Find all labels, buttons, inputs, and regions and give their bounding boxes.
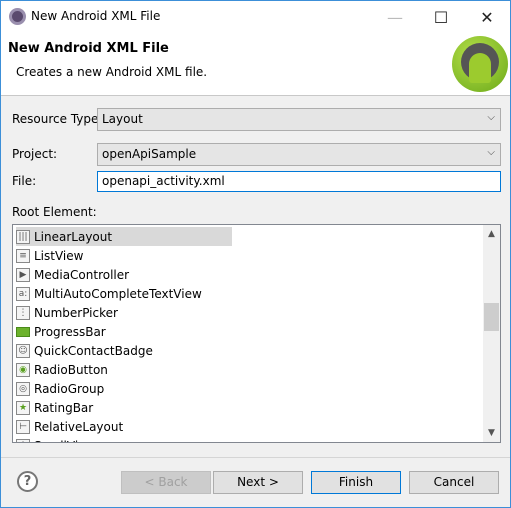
window-title: New Android XML File xyxy=(31,9,161,23)
help-icon[interactable]: ? xyxy=(17,471,38,492)
media-controller-icon: ▶ xyxy=(16,267,30,282)
close-button[interactable]: ✕ xyxy=(464,1,510,33)
list-item-label: MultiAutoCompleteTextView xyxy=(34,286,202,301)
scrollbar[interactable]: ▲ ▼ xyxy=(483,225,500,442)
list-item-label: NumberPicker xyxy=(34,305,118,320)
back-button[interactable]: < Back xyxy=(121,471,211,494)
list-item[interactable]: a: MultiAutoCompleteTextView xyxy=(16,284,202,303)
list-item[interactable]: ★ RatingBar xyxy=(16,398,93,417)
wizard-description: Creates a new Android XML file. xyxy=(16,65,208,79)
list-item[interactable]: ⋮ NumberPicker xyxy=(16,303,118,322)
resource-type-select[interactable]: Layout ⌵ xyxy=(97,108,501,131)
resource-type-value: Layout xyxy=(102,112,143,126)
maximize-button[interactable]: ☐ xyxy=(418,1,464,33)
project-select[interactable]: openApiSample ⌵ xyxy=(97,143,501,166)
root-element-label: Root Element: xyxy=(12,205,97,219)
linear-layout-icon: ||| xyxy=(16,229,30,244)
android-logo xyxy=(452,36,508,92)
list-item-label: RadioButton xyxy=(34,362,108,377)
contact-badge-icon: ☺ xyxy=(16,343,30,358)
root-element-list[interactable]: ↕ ScrollView ⊢ RelativeLayout ★ RatingBar ◎ Rad… xyxy=(12,224,501,443)
resource-type-label: Resource Type: xyxy=(12,112,103,126)
relative-layout-icon: ⊢ xyxy=(16,419,30,434)
list-item-label: RatingBar xyxy=(34,400,94,415)
dialog-window: New Android XML File — ☐ ✕ New Android X… xyxy=(0,0,511,508)
file-input[interactable]: openapi_activity.xml xyxy=(97,171,501,192)
list-item-label: LinearLayout xyxy=(34,229,113,244)
radio-group-icon: ◎ xyxy=(16,381,30,396)
list-item-label: RadioGroup xyxy=(34,381,105,396)
file-label: File: xyxy=(12,174,37,188)
number-picker-icon: ⋮ xyxy=(16,305,30,320)
list-item[interactable]: ||| LinearLayout xyxy=(16,227,232,246)
star-icon: ★ xyxy=(16,400,30,415)
list-item[interactable]: ☺ QuickContactBadge xyxy=(16,341,153,360)
list-view-icon: ≡ xyxy=(16,248,30,263)
finish-button[interactable]: Finish xyxy=(311,471,401,494)
wizard-header: New Android XML File Creates a new Andro… xyxy=(1,33,510,96)
list-item[interactable]: ≡ ListView xyxy=(16,246,83,265)
title-bar: New Android XML File — ☐ ✕ xyxy=(1,1,510,33)
scroll-up-arrow[interactable]: ▲ xyxy=(483,229,500,239)
scrollbar-thumb[interactable] xyxy=(484,303,499,331)
list-item-label: RelativeLayout xyxy=(34,419,124,434)
list-item[interactable]: ◎ RadioGroup xyxy=(16,379,104,398)
list-item[interactable]: ⊢ RelativeLayout xyxy=(16,417,123,436)
chevron-down-icon: ⌵ xyxy=(487,112,495,123)
radio-button-icon: ◉ xyxy=(16,362,30,377)
text-view-icon: a: xyxy=(16,286,30,301)
list-item-label: ListView xyxy=(34,248,84,263)
list-item[interactable]: ↕ ScrollView xyxy=(16,436,95,443)
project-value: openApiSample xyxy=(102,147,197,161)
eclipse-gear-icon xyxy=(9,8,26,25)
wizard-title: New Android XML File xyxy=(8,41,169,56)
chevron-down-icon: ⌵ xyxy=(487,147,495,158)
project-label: Project: xyxy=(12,147,58,161)
next-button[interactable]: Next > xyxy=(213,471,303,494)
list-item[interactable]: ▶ MediaController xyxy=(16,265,129,284)
minimize-button[interactable]: — xyxy=(372,1,418,33)
cancel-button[interactable]: Cancel xyxy=(409,471,499,494)
scroll-down-arrow[interactable]: ▼ xyxy=(483,428,500,438)
divider xyxy=(1,457,510,458)
list-item-label: MediaController xyxy=(34,267,130,282)
list-item-label: ProgressBar xyxy=(34,324,106,339)
progress-bar-icon xyxy=(16,326,30,337)
list-item[interactable]: ProgressBar xyxy=(16,322,106,341)
scroll-view-icon: ↕ xyxy=(16,438,30,442)
list-item-label: ScrollView xyxy=(34,439,95,443)
list-item-label: QuickContactBadge xyxy=(34,343,153,358)
list-item[interactable]: ◉ RadioButton xyxy=(16,360,108,379)
